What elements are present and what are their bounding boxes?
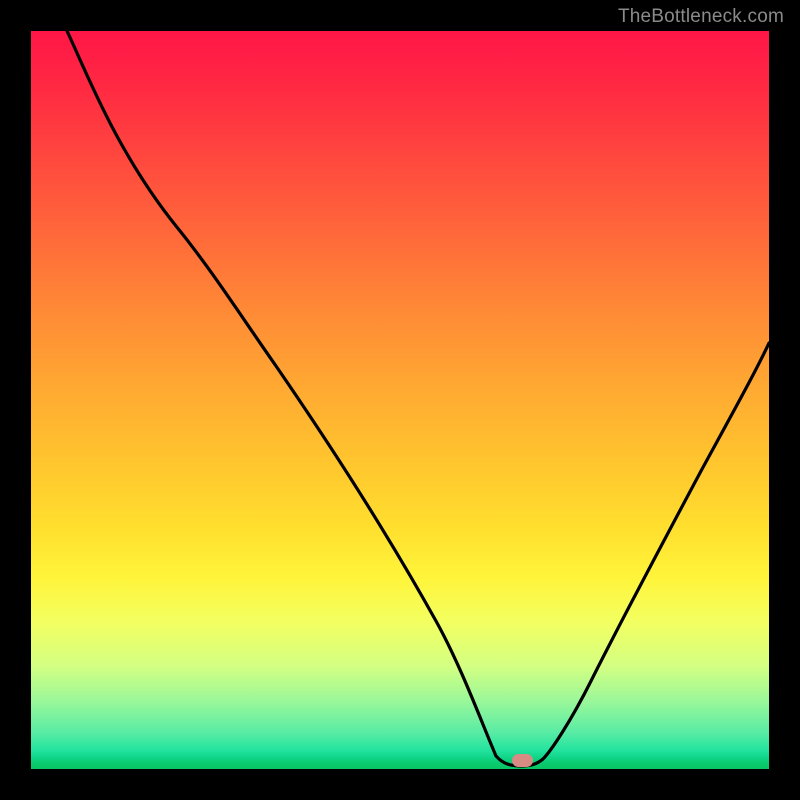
optimal-marker bbox=[512, 754, 533, 767]
plot-area bbox=[31, 31, 769, 769]
watermark-text: TheBottleneck.com bbox=[618, 6, 784, 28]
chart-frame: TheBottleneck.com bbox=[0, 0, 800, 800]
